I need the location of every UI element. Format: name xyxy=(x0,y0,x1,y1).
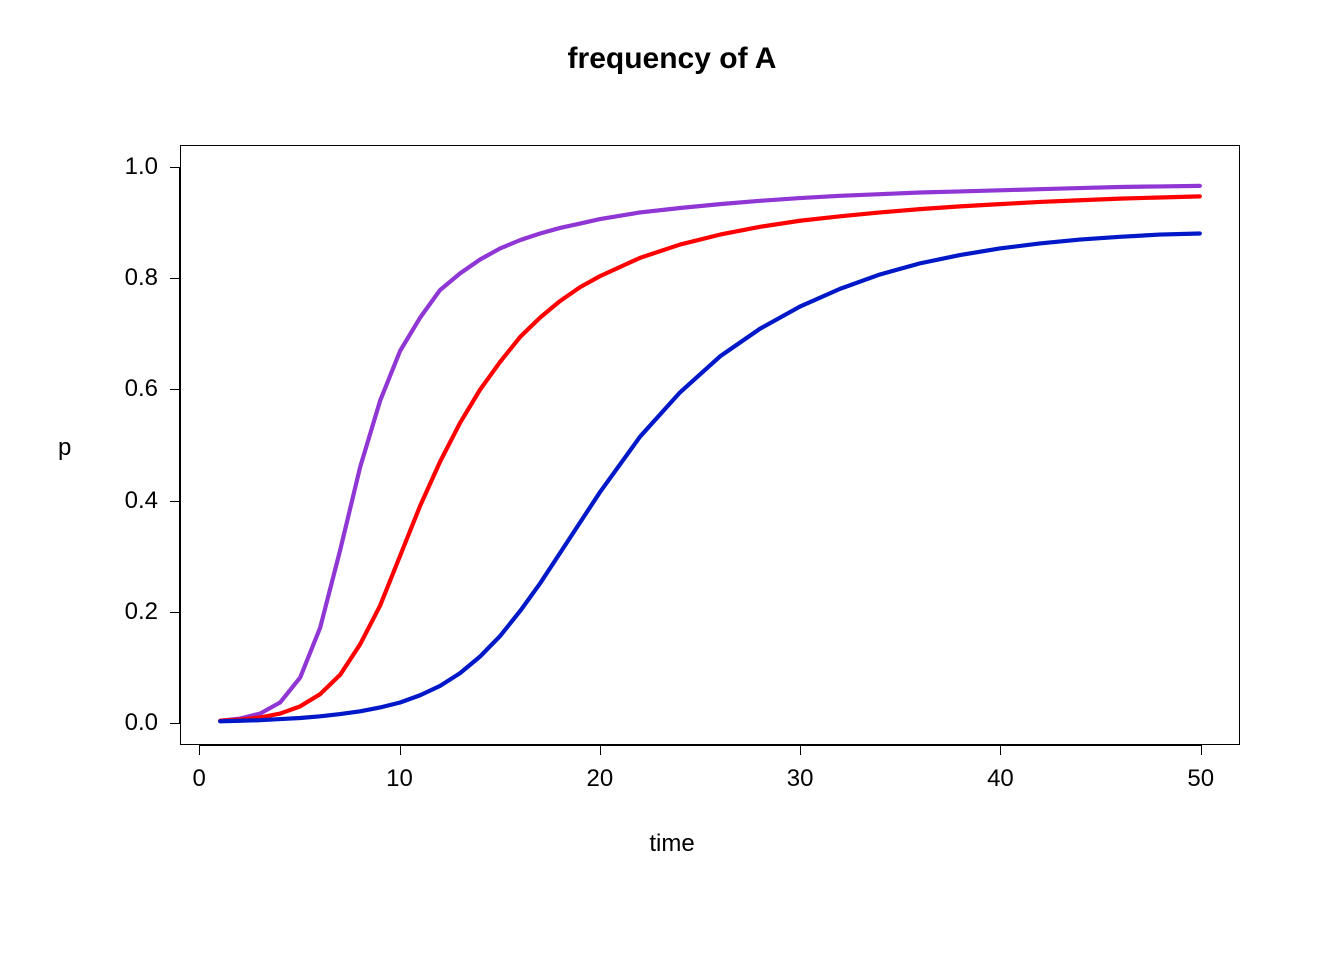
x-tick-label: 40 xyxy=(987,765,1014,793)
chart-container: frequency of A p time 0.00.20.40.60.81.0… xyxy=(0,0,1344,960)
chart-title: frequency of A xyxy=(0,42,1344,76)
y-tick-label: 0.8 xyxy=(98,264,158,292)
x-tick-mark xyxy=(400,745,401,755)
series-purple xyxy=(220,186,1200,721)
x-tick-mark xyxy=(600,745,601,755)
series-red xyxy=(220,196,1200,720)
y-tick-label: 0.2 xyxy=(98,598,158,626)
y-tick-label: 1.0 xyxy=(98,153,158,181)
line-canvas xyxy=(181,146,1239,744)
plot-area xyxy=(180,145,1240,745)
x-axis-line xyxy=(199,745,1201,746)
x-tick-mark xyxy=(1000,745,1001,755)
y-tick-label: 0.6 xyxy=(98,375,158,403)
x-tick-mark xyxy=(199,745,200,755)
x-tick-label: 0 xyxy=(193,765,206,793)
x-tick-mark xyxy=(1201,745,1202,755)
x-tick-mark xyxy=(800,745,801,755)
x-axis-label: time xyxy=(0,830,1344,858)
x-tick-label: 30 xyxy=(787,765,814,793)
y-tick-label: 0.0 xyxy=(98,709,158,737)
series-blue xyxy=(220,233,1200,721)
x-tick-label: 50 xyxy=(1187,765,1214,793)
x-tick-label: 20 xyxy=(586,765,613,793)
y-tick-label: 0.4 xyxy=(98,487,158,515)
y-axis-line xyxy=(179,167,180,723)
y-tick-mark xyxy=(170,723,180,724)
x-tick-label: 10 xyxy=(386,765,413,793)
